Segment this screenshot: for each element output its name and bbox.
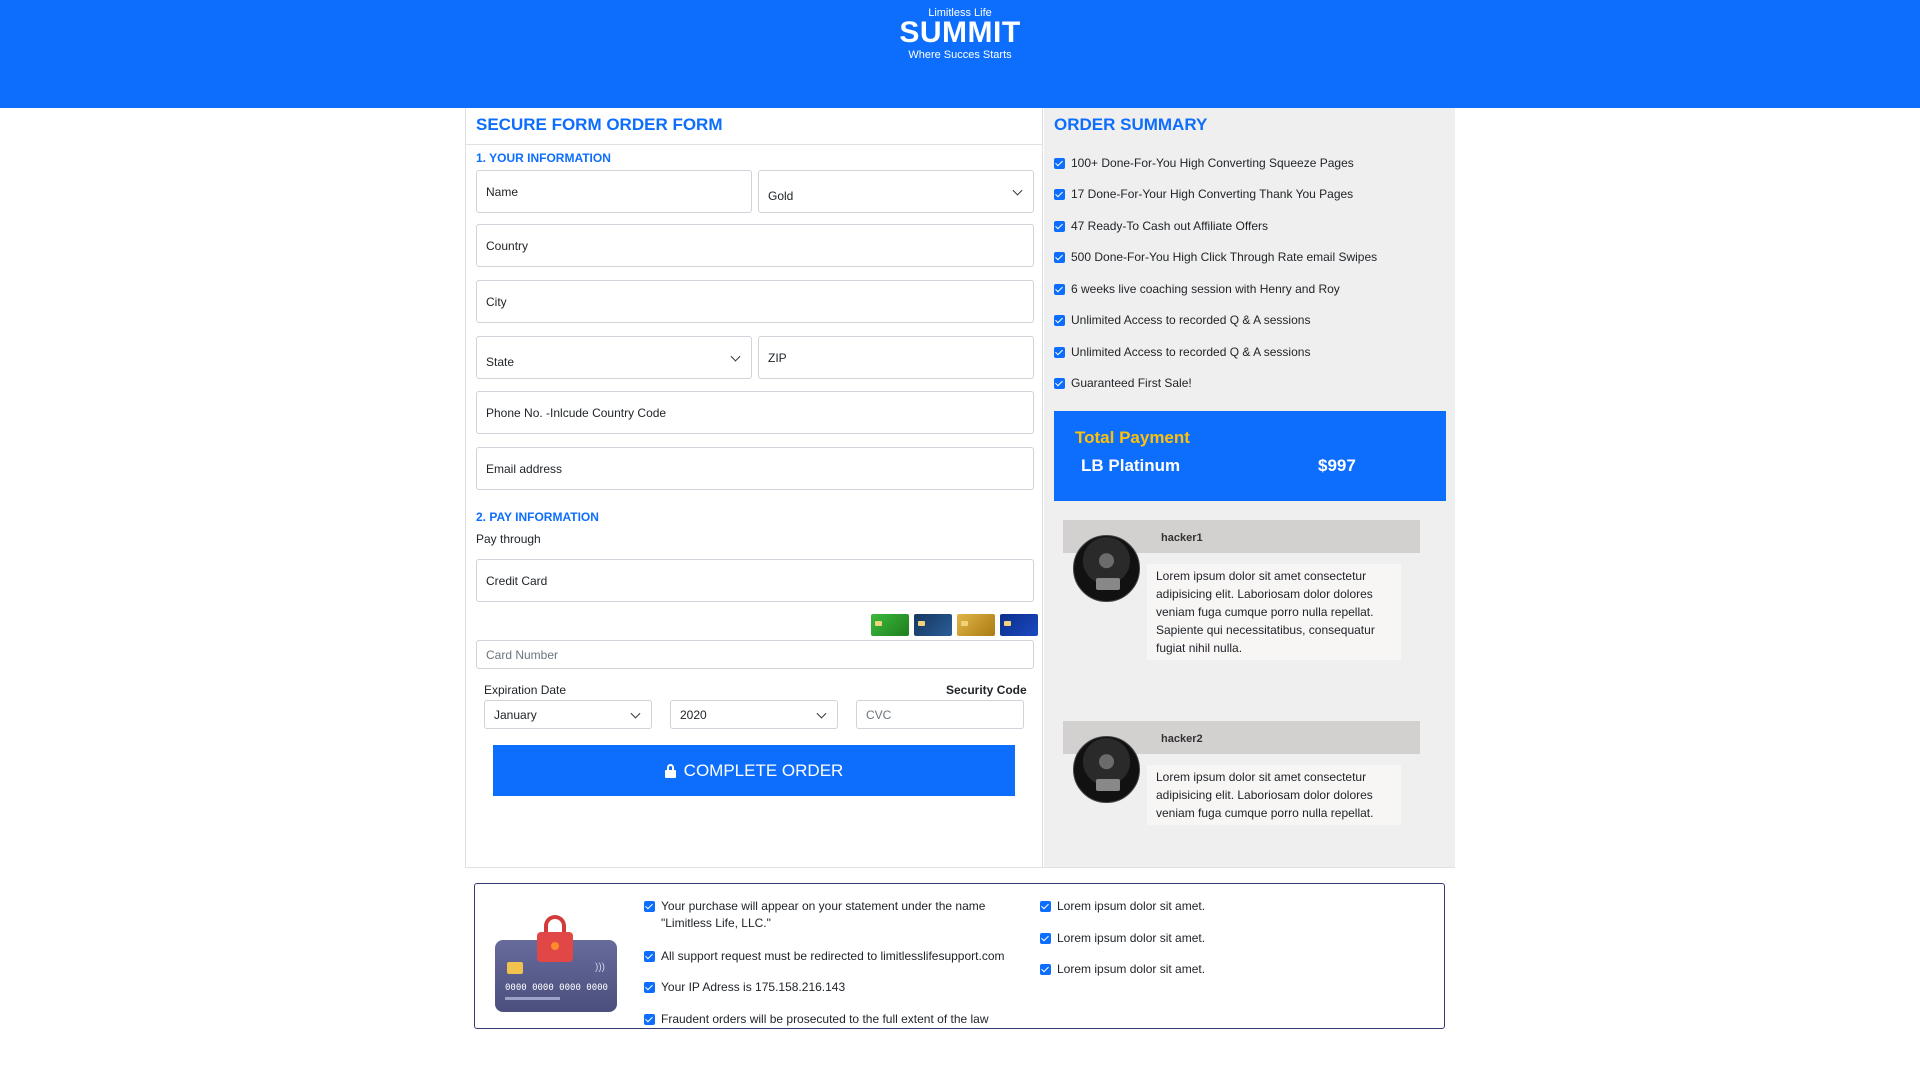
secure-info-item: Your purchase will appear on your statem…	[644, 898, 1014, 932]
secure-info-box: ))) 0000 0000 0000 0000 Your purchase wi…	[474, 883, 1445, 1029]
email-placeholder: Email address	[486, 461, 563, 476]
accepted-cards	[871, 614, 1038, 636]
summary-item: Unlimited Access to recorded Q & A sessi…	[1054, 345, 1310, 359]
secure-card-illustration: ))) 0000 0000 0000 0000	[495, 915, 617, 1012]
order-form-panel: SECURE FORM ORDER FORM 1. YOUR INFORMATI…	[466, 108, 1043, 867]
checkbox-checked-icon	[1054, 346, 1065, 358]
site-header: Limitless Life SUMMIT Where Succes Start…	[0, 0, 1920, 108]
security-code-label: Security Code	[946, 683, 1027, 697]
chevron-down-icon	[630, 708, 641, 719]
order-summary-panel: ORDER SUMMARY 100+ Done-For-You High Con…	[1044, 108, 1455, 867]
chevron-down-icon	[1012, 185, 1023, 196]
month-selected-value: January	[494, 707, 537, 722]
checkbox-checked-icon	[1054, 188, 1065, 200]
cvc-placeholder: CVC	[866, 707, 892, 722]
complete-order-button[interactable]: COMPLETE ORDER	[493, 745, 1015, 796]
summary-item: 500 Done-For-You High Click Through Rate…	[1054, 250, 1377, 264]
testimonial-text: Lorem ipsum dolor sit amet consectetur a…	[1147, 564, 1401, 660]
package-selected-value: Gold	[768, 189, 794, 203]
chevron-down-icon	[730, 351, 741, 362]
credit-card-icon	[1000, 614, 1038, 636]
summary-item: 100+ Done-For-You High Converting Squeez…	[1054, 156, 1354, 170]
contactless-icon: )))	[595, 962, 605, 973]
country-input[interactable]: Country	[476, 224, 1034, 267]
payment-method-field[interactable]: Credit Card	[476, 559, 1034, 602]
testimonial-author: hacker2	[1161, 733, 1203, 745]
checkbox-checked-icon	[644, 982, 655, 993]
summary-item: 17 Done-For-Your High Converting Thank Y…	[1054, 187, 1353, 201]
state-selected-value: State	[486, 355, 515, 369]
credit-card-icon	[957, 614, 995, 636]
checkbox-checked-icon	[1054, 157, 1065, 169]
secure-info-item: Lorem ipsum dolor sit amet.	[1040, 930, 1290, 947]
testimonial-author: hacker1	[1161, 532, 1203, 544]
zip-input[interactable]: ZIP	[758, 336, 1034, 379]
checkbox-checked-icon	[1054, 283, 1065, 295]
card-number-art: 0000 0000 0000 0000	[505, 983, 608, 993]
expiration-year-select[interactable]: 2020	[670, 700, 838, 729]
testimonial-text: Lorem ipsum dolor sit amet consectetur a…	[1147, 765, 1401, 825]
title-divider	[466, 144, 1042, 145]
card-number-placeholder: Card Number	[486, 647, 559, 662]
checkbox-checked-icon	[1040, 964, 1051, 975]
summary-item: 6 weeks live coaching session with Henry…	[1054, 282, 1340, 296]
city-placeholder: City	[486, 294, 507, 309]
main-container: SECURE FORM ORDER FORM 1. YOUR INFORMATI…	[465, 108, 1455, 868]
payment-method-value: Credit Card	[486, 573, 548, 588]
secure-info-item: All support request must be redirected t…	[644, 948, 1014, 965]
email-input[interactable]: Email address	[476, 447, 1034, 490]
expiration-month-select[interactable]: January	[484, 700, 652, 729]
card-number-input[interactable]: Card Number	[476, 640, 1034, 669]
package-select[interactable]: Gold	[758, 170, 1034, 213]
form-title: SECURE FORM ORDER FORM	[476, 115, 723, 134]
total-payment-title: Total Payment	[1075, 428, 1190, 447]
zip-placeholder: ZIP	[768, 350, 787, 365]
brand-tagline: Where Succes Starts	[908, 49, 1012, 61]
checkbox-checked-icon	[1040, 933, 1051, 944]
name-placeholder: Name	[486, 184, 519, 199]
checkbox-checked-icon	[1054, 377, 1065, 389]
summary-title: ORDER SUMMARY	[1054, 115, 1208, 134]
checkbox-checked-icon	[644, 1014, 655, 1025]
checkbox-checked-icon	[644, 901, 655, 912]
pay-through-label: Pay through	[476, 532, 541, 546]
total-payment-box: Total Payment LB Platinum $997	[1054, 411, 1446, 501]
padlock-icon	[537, 915, 573, 962]
complete-order-label: COMPLETE ORDER	[683, 760, 844, 780]
summary-item: 47 Ready-To Cash out Affiliate Offers	[1054, 219, 1268, 233]
brand-logo-title[interactable]: SUMMIT	[0, 16, 1920, 50]
checkbox-checked-icon	[1054, 314, 1065, 326]
avatar	[1073, 535, 1140, 602]
lock-icon	[664, 763, 676, 778]
chevron-down-icon	[816, 708, 827, 719]
summary-item: Guaranteed First Sale!	[1054, 376, 1192, 390]
credit-card-icon	[914, 614, 952, 636]
state-select[interactable]: State	[476, 336, 752, 379]
summary-item: Unlimited Access to recorded Q & A sessi…	[1054, 313, 1310, 327]
expiration-date-label: Expiration Date	[484, 683, 567, 697]
phone-input[interactable]: Phone No. -Inlcude Country Code	[476, 391, 1034, 434]
country-placeholder: Country	[486, 238, 529, 253]
cvc-input[interactable]: CVC	[856, 700, 1024, 729]
checkbox-checked-icon	[644, 951, 655, 962]
section-your-information: 1. YOUR INFORMATION	[476, 151, 611, 165]
total-price: $997	[1318, 456, 1356, 475]
checkbox-checked-icon	[1054, 251, 1065, 263]
phone-placeholder: Phone No. -Inlcude Country Code	[486, 405, 667, 420]
name-input[interactable]: Name	[476, 170, 752, 213]
secure-info-item: Fraudent orders will be prosecuted to th…	[644, 1011, 1014, 1028]
checkbox-checked-icon	[1054, 220, 1065, 232]
total-plan-name: LB Platinum	[1081, 456, 1181, 475]
section-pay-information: 2. PAY INFORMATION	[476, 510, 599, 524]
city-input[interactable]: City	[476, 280, 1034, 323]
secure-info-item: Your IP Adress is 175.158.216.143	[644, 979, 1014, 996]
avatar	[1073, 736, 1140, 803]
credit-card-icon	[871, 614, 909, 636]
year-selected-value: 2020	[680, 707, 707, 722]
secure-info-item: Lorem ipsum dolor sit amet.	[1040, 961, 1290, 978]
checkbox-checked-icon	[1040, 901, 1051, 912]
secure-info-item: Lorem ipsum dolor sit amet.	[1040, 898, 1290, 915]
